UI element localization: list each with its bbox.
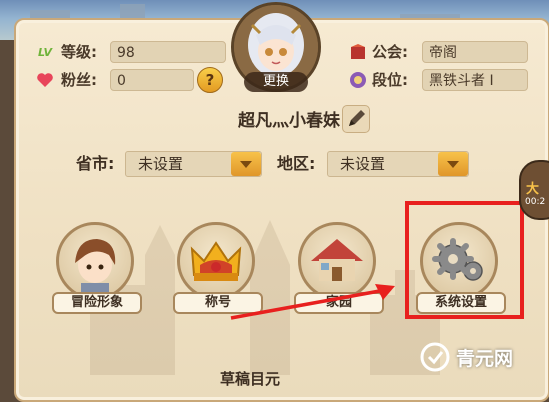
side-event-button[interactable]: 大 00:2 [519,160,549,220]
pencil-icon [349,110,365,126]
bottom-section-title: 草稿目元 [220,370,281,388]
edit-name-button[interactable] [342,105,370,133]
chevron-down-icon[interactable] [231,152,261,176]
fans-label: 粉丝: [61,71,97,89]
side-event-label: 大 [526,182,540,197]
side-event-timer: 00:2 [525,197,546,207]
site-logo-icon [420,342,450,372]
region-value: 未设置 [340,155,386,173]
highlight-box [405,201,524,319]
feature-label: 冒险形象 [52,292,142,314]
rank-label: 段位: [372,71,408,89]
province-value: 未设置 [138,155,184,173]
level-value: 98 [110,41,226,63]
annotation-arrow-icon [230,284,395,320]
site-watermark: 青元网 [420,337,545,377]
guild-icon [347,41,369,63]
level-icon: LV [37,45,52,59]
player-name: 超凡灬小春妹 [238,111,340,131]
adventure-image-button[interactable]: 冒险形象 [46,222,146,322]
heart-icon [34,69,56,91]
adventurer-icon [56,222,134,300]
level-label: 等级: [61,43,97,61]
region-dropdown[interactable]: 未设置 [327,151,469,177]
guild-value: 帝阁 [422,41,528,63]
province-label: 省市: [76,154,115,173]
region-label: 地区: [277,154,316,173]
fans-value: 0 [110,69,194,91]
chevron-down-icon[interactable] [438,152,468,176]
change-avatar-button[interactable]: 更换 [244,72,308,92]
help-icon[interactable]: ? [197,67,223,93]
guild-label: 公会: [372,43,408,61]
rank-icon [347,69,369,91]
rank-value: 黑铁斗者 I [422,69,528,91]
province-dropdown[interactable]: 未设置 [125,151,262,177]
